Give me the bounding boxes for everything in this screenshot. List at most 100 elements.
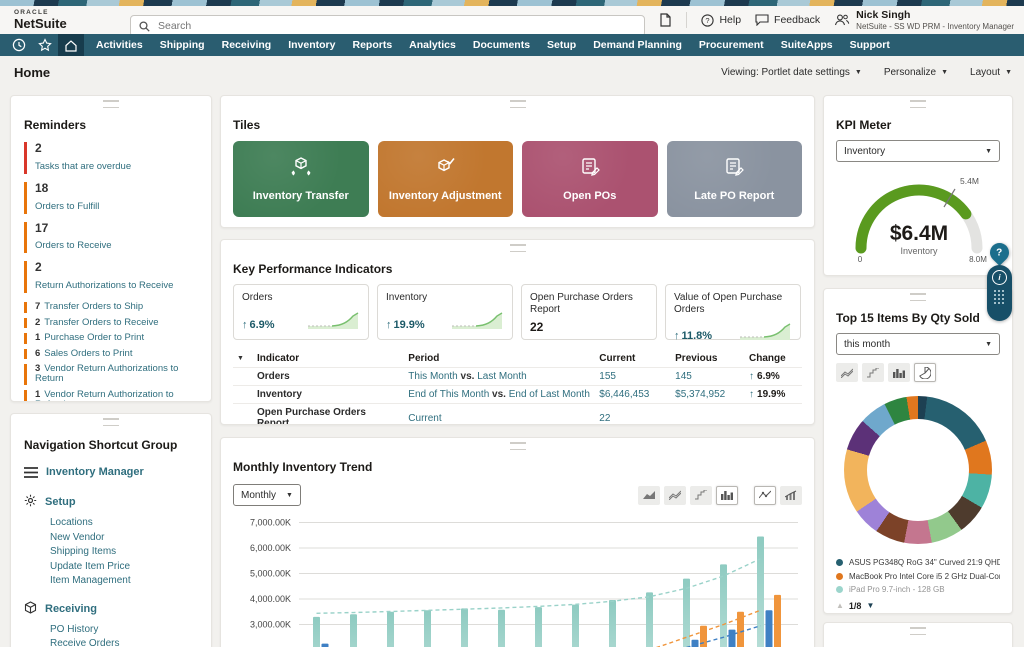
kpi-card-value-of-open-purchase-orders[interactable]: Value of Open Purchase Orders ↑11.8%	[665, 284, 801, 340]
reminder-item[interactable]: 2 Tasks that are overdue	[24, 142, 198, 174]
reminder-link[interactable]: Transfer Orders to Ship	[44, 301, 143, 312]
nav-item-activities[interactable]: Activities	[96, 39, 143, 51]
shortcut-group-header[interactable]: Setup	[24, 494, 198, 510]
chart-type-line-button[interactable]	[836, 363, 858, 382]
nav-item-setup[interactable]: Setup	[547, 39, 576, 51]
pager-up-icon[interactable]: ▲	[836, 601, 844, 610]
shortcut-link-item-management[interactable]: Item Management	[24, 574, 198, 589]
shortcut-link-locations[interactable]: Locations	[24, 516, 198, 531]
nav-item-receiving[interactable]: Receiving	[222, 39, 272, 51]
drag-handle[interactable]	[510, 244, 526, 252]
chart-type-step-line-button[interactable]	[690, 486, 712, 505]
nav-item-support[interactable]: Support	[850, 39, 890, 51]
top-items-donut-chart[interactable]	[844, 396, 992, 544]
chart-type-stacked-line-button[interactable]	[664, 486, 686, 505]
nav-item-reports[interactable]: Reports	[352, 39, 392, 51]
shortcuts-button[interactable]	[32, 34, 58, 56]
reminder-item[interactable]: 1Vendor Return Authorization to Refund	[24, 390, 198, 402]
reminder-item[interactable]: 17 Orders to Receive	[24, 222, 198, 254]
user-menu[interactable]: Nick Singh NetSuite - SS WD PRM - Invent…	[834, 9, 1014, 31]
shortcut-link-shipping-items[interactable]: Shipping Items	[24, 545, 198, 560]
navigation-shortcut-panel: Navigation Shortcut Group Inventory Mana…	[10, 413, 212, 647]
reminder-link[interactable]: Vendor Return Authorization to Refund	[35, 389, 174, 402]
chart-type-column-button[interactable]	[888, 363, 910, 382]
drag-handle[interactable]	[910, 293, 926, 301]
chart-type-pie-button[interactable]	[914, 363, 936, 382]
reminder-link[interactable]: Purchase Order to Print	[44, 332, 144, 343]
reminder-link[interactable]: Tasks that are overdue	[35, 161, 131, 172]
kpi-card-open-purchase-orders-report[interactable]: Open Purchase Orders Report 22	[521, 284, 657, 340]
drag-handle[interactable]	[910, 100, 926, 108]
reminder-link[interactable]: Orders to Receive	[35, 240, 112, 251]
drag-handle[interactable]	[510, 442, 526, 450]
legend-item[interactable]: iPad Pro 9.7-inch - 128 GB	[836, 583, 1000, 597]
inventory-trend-chart[interactable]: 7,000.00K6,000.00K5,000.00K4,000.00K3,00…	[233, 512, 804, 647]
top-items-period-select[interactable]: this month▼	[836, 333, 1000, 355]
home-button[interactable]	[58, 34, 84, 56]
reminder-item[interactable]: 6Sales Orders to Print	[24, 349, 198, 359]
col-header-indicator[interactable]: Indicator	[253, 350, 404, 368]
shortcut-group-header[interactable]: Receiving	[24, 601, 198, 617]
nav-item-procurement[interactable]: Procurement	[699, 39, 764, 51]
col-header-current[interactable]: Current	[595, 350, 671, 368]
reminder-item[interactable]: 2Transfer Orders to Receive	[24, 318, 198, 328]
nav-item-documents[interactable]: Documents	[473, 39, 530, 51]
pager-down-icon[interactable]: ▼	[866, 601, 874, 610]
nav-item-suiteapps[interactable]: SuiteApps	[781, 39, 833, 51]
reminder-item[interactable]: 2 Return Authorizations to Receive	[24, 261, 198, 293]
reminder-link[interactable]: Sales Orders to Print	[44, 348, 132, 359]
feedback-button[interactable]: Feedback	[755, 14, 820, 26]
personalize-dropdown[interactable]: Personalize▼	[884, 67, 948, 78]
kpi-meter-select[interactable]: Inventory▼	[836, 140, 1000, 162]
col-header-change[interactable]: Change	[745, 350, 802, 368]
inventory-manager-menu[interactable]: Inventory Manager	[24, 466, 198, 478]
shortcut-link-receive-orders[interactable]: Receive Orders	[24, 637, 198, 647]
reminder-item[interactable]: 1Purchase Order to Print	[24, 333, 198, 343]
chart-type-area-button[interactable]	[638, 486, 660, 505]
legend-item[interactable]: ASUS PG348Q RoG 34" Curved 21:9 QHD IP..…	[836, 556, 1000, 570]
sort-caret-icon[interactable]: ▼	[233, 350, 253, 368]
chart-type-step-line-button[interactable]	[862, 363, 884, 382]
drag-handle[interactable]	[910, 627, 926, 635]
layout-dropdown[interactable]: Layout▼	[970, 67, 1012, 78]
nav-item-analytics[interactable]: Analytics	[409, 39, 456, 51]
quick-add-button[interactable]	[659, 13, 672, 27]
drag-handle[interactable]	[510, 100, 526, 108]
reminder-link[interactable]: Vendor Return Authorizations to Return	[35, 363, 178, 384]
trend-period-select[interactable]: Monthly▼	[233, 484, 301, 506]
netsuite-logo[interactable]: ORACLE NetSuite	[14, 10, 67, 31]
portlet-date-settings-dropdown[interactable]: Viewing: Portlet date settings▼	[721, 67, 862, 78]
drag-handle[interactable]	[103, 418, 119, 426]
tile-inventory-adjustment[interactable]: Inventory Adjustment	[378, 141, 514, 217]
reminder-link[interactable]: Transfer Orders to Receive	[44, 317, 158, 328]
col-header-period[interactable]: Period	[404, 350, 595, 368]
reminder-item[interactable]: 3Vendor Return Authorizations to Return	[24, 364, 198, 385]
shortcut-link-update-item-price[interactable]: Update Item Price	[24, 560, 198, 575]
col-header-previous[interactable]: Previous	[671, 350, 745, 368]
legend-item[interactable]: MacBook Pro Intel Core i5 2 GHz Dual-Cor…	[836, 570, 1000, 584]
nav-item-inventory[interactable]: Inventory	[288, 39, 335, 51]
shortcut-link-new-vendor[interactable]: New Vendor	[24, 531, 198, 546]
reminder-item[interactable]: 18 Orders to Fulfill	[24, 182, 198, 214]
chart-type-column-button[interactable]	[716, 486, 738, 505]
chart-type-column-line-button[interactable]	[780, 486, 802, 505]
reminder-link[interactable]: Orders to Fulfill	[35, 201, 99, 212]
nav-item-shipping[interactable]: Shipping	[160, 39, 205, 51]
search-input[interactable]	[156, 19, 644, 33]
tile-open-pos[interactable]: Open POs	[522, 141, 658, 217]
help-button[interactable]: ? Help	[701, 14, 741, 27]
tile-inventory-transfer[interactable]: Inventory Transfer	[233, 141, 369, 217]
chart-type-line-button[interactable]	[754, 486, 776, 505]
nav-item-demand-planning[interactable]: Demand Planning	[593, 39, 682, 51]
kpi-table: ▼ IndicatorPeriodCurrentPreviousChange O…	[233, 350, 802, 425]
reminder-item[interactable]: 7Transfer Orders to Ship	[24, 302, 198, 312]
kpi-card-inventory[interactable]: Inventory ↑19.9%	[377, 284, 513, 340]
recent-records-button[interactable]	[6, 34, 32, 56]
assistant-widget[interactable]: i	[987, 265, 1012, 321]
drag-handle[interactable]	[103, 100, 119, 108]
kpi-card-orders[interactable]: Orders ↑6.9%	[233, 284, 369, 340]
tile-late-po-report[interactable]: Late PO Report	[667, 141, 803, 217]
shortcut-link-po-history[interactable]: PO History	[24, 623, 198, 638]
nav-menu: Activities Shipping Receiving Inventory Repo…	[96, 39, 890, 51]
reminder-link[interactable]: Return Authorizations to Receive	[35, 280, 173, 291]
